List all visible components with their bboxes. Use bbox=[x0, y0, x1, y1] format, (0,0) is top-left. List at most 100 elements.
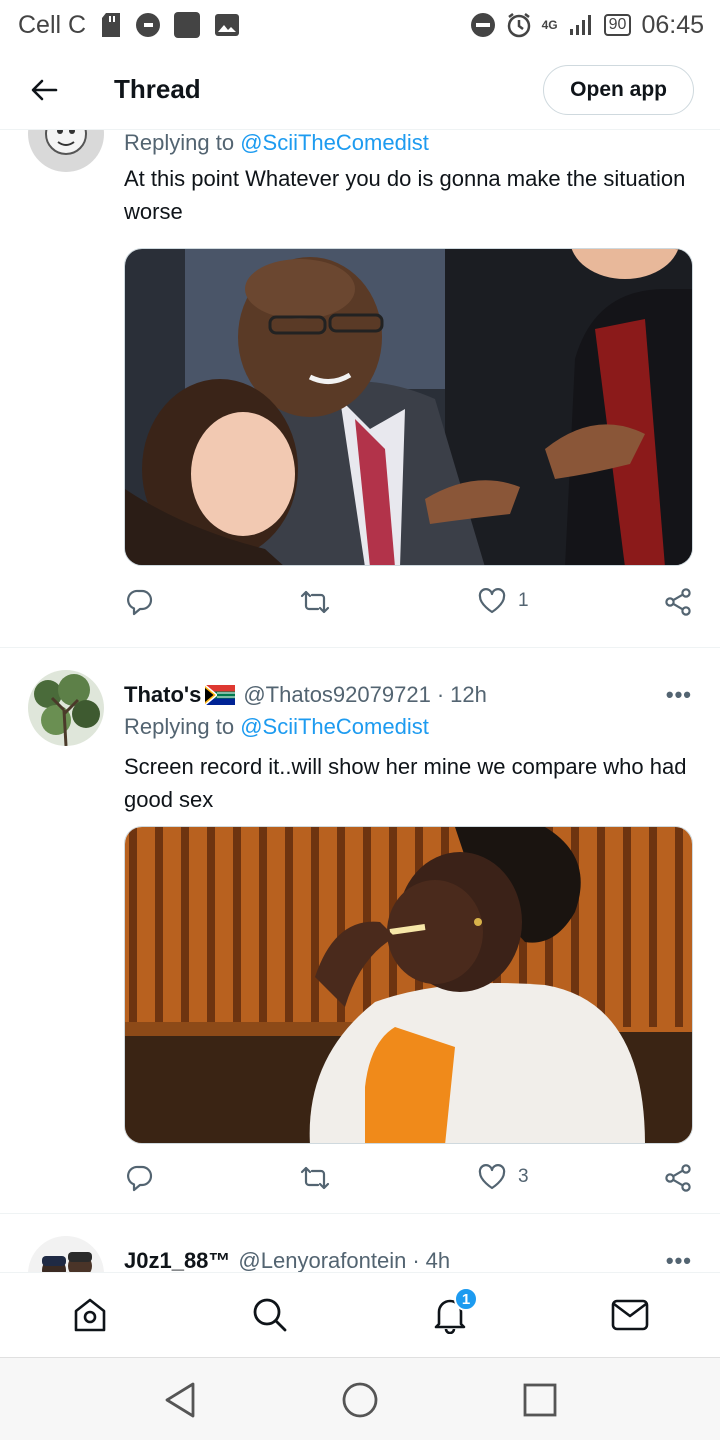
user-handle[interactable]: @Thatos92079721 bbox=[243, 682, 430, 708]
nav-notifications[interactable]: 1 bbox=[428, 1287, 478, 1337]
like-button[interactable]: 3 bbox=[478, 1164, 529, 1190]
wood-slat bbox=[649, 827, 657, 1027]
share-button[interactable] bbox=[664, 1164, 692, 1192]
retweet-button[interactable] bbox=[300, 1164, 330, 1192]
wood-slat bbox=[181, 827, 189, 1027]
system-recents-button[interactable] bbox=[518, 1378, 562, 1422]
retweet-button[interactable] bbox=[300, 588, 330, 616]
tweet-actions: 3 bbox=[124, 1164, 696, 1204]
circle-home-icon bbox=[342, 1382, 378, 1418]
system-navigation bbox=[0, 1358, 720, 1440]
tweet-text: Screen record it..will show her mine we … bbox=[124, 754, 687, 812]
status-bar-right: 4G 90 06:45 bbox=[470, 11, 704, 40]
avatar[interactable] bbox=[28, 1236, 104, 1272]
bottom-navigation: 1 bbox=[0, 1272, 720, 1358]
app-notification-icon bbox=[174, 12, 201, 38]
signal-icon bbox=[569, 15, 591, 35]
notification-badge: 1 bbox=[454, 1287, 478, 1311]
wood-slat bbox=[623, 827, 631, 1027]
hotspot-icon bbox=[136, 13, 161, 37]
comment-icon bbox=[127, 589, 153, 616]
nav-home[interactable] bbox=[68, 1293, 112, 1337]
share-icon bbox=[665, 1164, 691, 1192]
separator-dot: · bbox=[436, 682, 445, 707]
reply-prefix: Replying to bbox=[124, 130, 235, 155]
like-button[interactable]: 1 bbox=[478, 588, 529, 614]
clock: 06:45 bbox=[641, 10, 704, 39]
separator-dot: · bbox=[412, 1248, 420, 1272]
south-africa-flag-icon bbox=[205, 685, 236, 705]
wood-slat bbox=[675, 827, 683, 1027]
wood-slat bbox=[597, 827, 605, 1027]
nav-messages[interactable] bbox=[608, 1293, 652, 1337]
media-photo bbox=[125, 249, 692, 565]
reply-context: Replying to @SciiTheComedist bbox=[124, 714, 429, 740]
mail-icon bbox=[611, 1299, 649, 1331]
alarm-icon bbox=[507, 13, 530, 38]
wood-slat bbox=[207, 827, 215, 1027]
gallery-icon bbox=[215, 14, 240, 36]
status-bar: Cell C 4G 90 06:45 bbox=[0, 0, 720, 50]
tweet-time[interactable]: 12h bbox=[450, 682, 487, 708]
user-handle[interactable]: @Lenyorafontein bbox=[238, 1248, 406, 1272]
share-button[interactable] bbox=[664, 588, 692, 616]
avatar-image bbox=[28, 1236, 104, 1272]
avatar-image bbox=[28, 130, 104, 172]
display-name[interactable]: J0z1_88™ bbox=[124, 1248, 230, 1272]
page-title: Thread bbox=[114, 74, 201, 104]
system-home-button[interactable] bbox=[338, 1378, 382, 1422]
comment-icon bbox=[127, 1165, 153, 1192]
tweet-header: Thato's @Thatos92079721 · 12h ••• bbox=[124, 682, 692, 708]
display-name[interactable]: Thato's bbox=[124, 682, 201, 708]
avatar[interactable] bbox=[28, 670, 104, 746]
wood-slat bbox=[155, 827, 163, 1027]
reply-button[interactable] bbox=[126, 588, 154, 616]
status-bar-left: Cell C bbox=[18, 11, 240, 40]
sd-card-icon bbox=[102, 13, 121, 37]
open-app-button[interactable]: Open app bbox=[543, 64, 694, 115]
reply-mention-link[interactable]: @SciiTheComedist bbox=[240, 714, 429, 739]
avatar[interactable] bbox=[28, 130, 104, 172]
media-photo bbox=[125, 827, 692, 1143]
more-options-button[interactable]: ••• bbox=[666, 682, 692, 708]
system-back-button[interactable] bbox=[158, 1378, 202, 1422]
arrow-left-icon bbox=[31, 79, 58, 100]
reply-mention-link[interactable]: @SciiTheComedist bbox=[240, 130, 429, 155]
reply-prefix: Replying to bbox=[124, 714, 235, 739]
tweet-text: At this point Whatever you do is gonna m… bbox=[124, 166, 686, 224]
like-count: 3 bbox=[518, 1166, 529, 1187]
more-options-button[interactable]: ••• bbox=[666, 1248, 692, 1272]
reply-context: Replying to @SciiTheComedist bbox=[124, 130, 429, 156]
tweet-actions: 1 bbox=[124, 588, 696, 628]
triangle-back-icon bbox=[165, 1382, 195, 1418]
tweet[interactable]: Replying to @SciiTheComedist At this poi… bbox=[0, 130, 720, 648]
heart-icon bbox=[478, 588, 506, 614]
tweet[interactable]: Thato's @Thatos92079721 · 12h ••• Replyi… bbox=[0, 648, 720, 1214]
wood-slat bbox=[233, 827, 241, 1027]
home-icon bbox=[74, 1298, 106, 1332]
thread-header: Thread Open app bbox=[0, 50, 720, 130]
search-icon bbox=[253, 1298, 287, 1332]
tweet[interactable]: J0z1_88™ @Lenyorafontein · 4h ••• bbox=[0, 1214, 720, 1272]
back-button[interactable] bbox=[22, 68, 66, 112]
tweet-media[interactable] bbox=[124, 826, 693, 1144]
tweet-header: J0z1_88™ @Lenyorafontein · 4h ••• bbox=[124, 1248, 692, 1272]
nav-search[interactable] bbox=[248, 1293, 292, 1337]
reply-button[interactable] bbox=[126, 1164, 154, 1192]
retweet-icon bbox=[300, 590, 330, 614]
wood-slat bbox=[259, 827, 267, 1027]
tweet-media[interactable] bbox=[124, 248, 693, 566]
battery-indicator: 90 bbox=[603, 14, 632, 36]
wood-slat bbox=[285, 827, 293, 1027]
wood-slat bbox=[129, 827, 137, 1027]
retweet-icon bbox=[300, 1166, 330, 1190]
square-recents-icon bbox=[523, 1383, 557, 1417]
thread-feed[interactable]: Replying to @SciiTheComedist At this poi… bbox=[0, 130, 720, 1272]
dnd-icon bbox=[470, 13, 495, 37]
wood-slat bbox=[311, 827, 319, 1027]
network-type-label: 4G bbox=[541, 18, 558, 32]
share-icon bbox=[665, 588, 691, 616]
tweet-time[interactable]: 4h bbox=[426, 1248, 450, 1272]
avatar-image bbox=[28, 670, 104, 746]
heart-icon bbox=[478, 1164, 506, 1190]
